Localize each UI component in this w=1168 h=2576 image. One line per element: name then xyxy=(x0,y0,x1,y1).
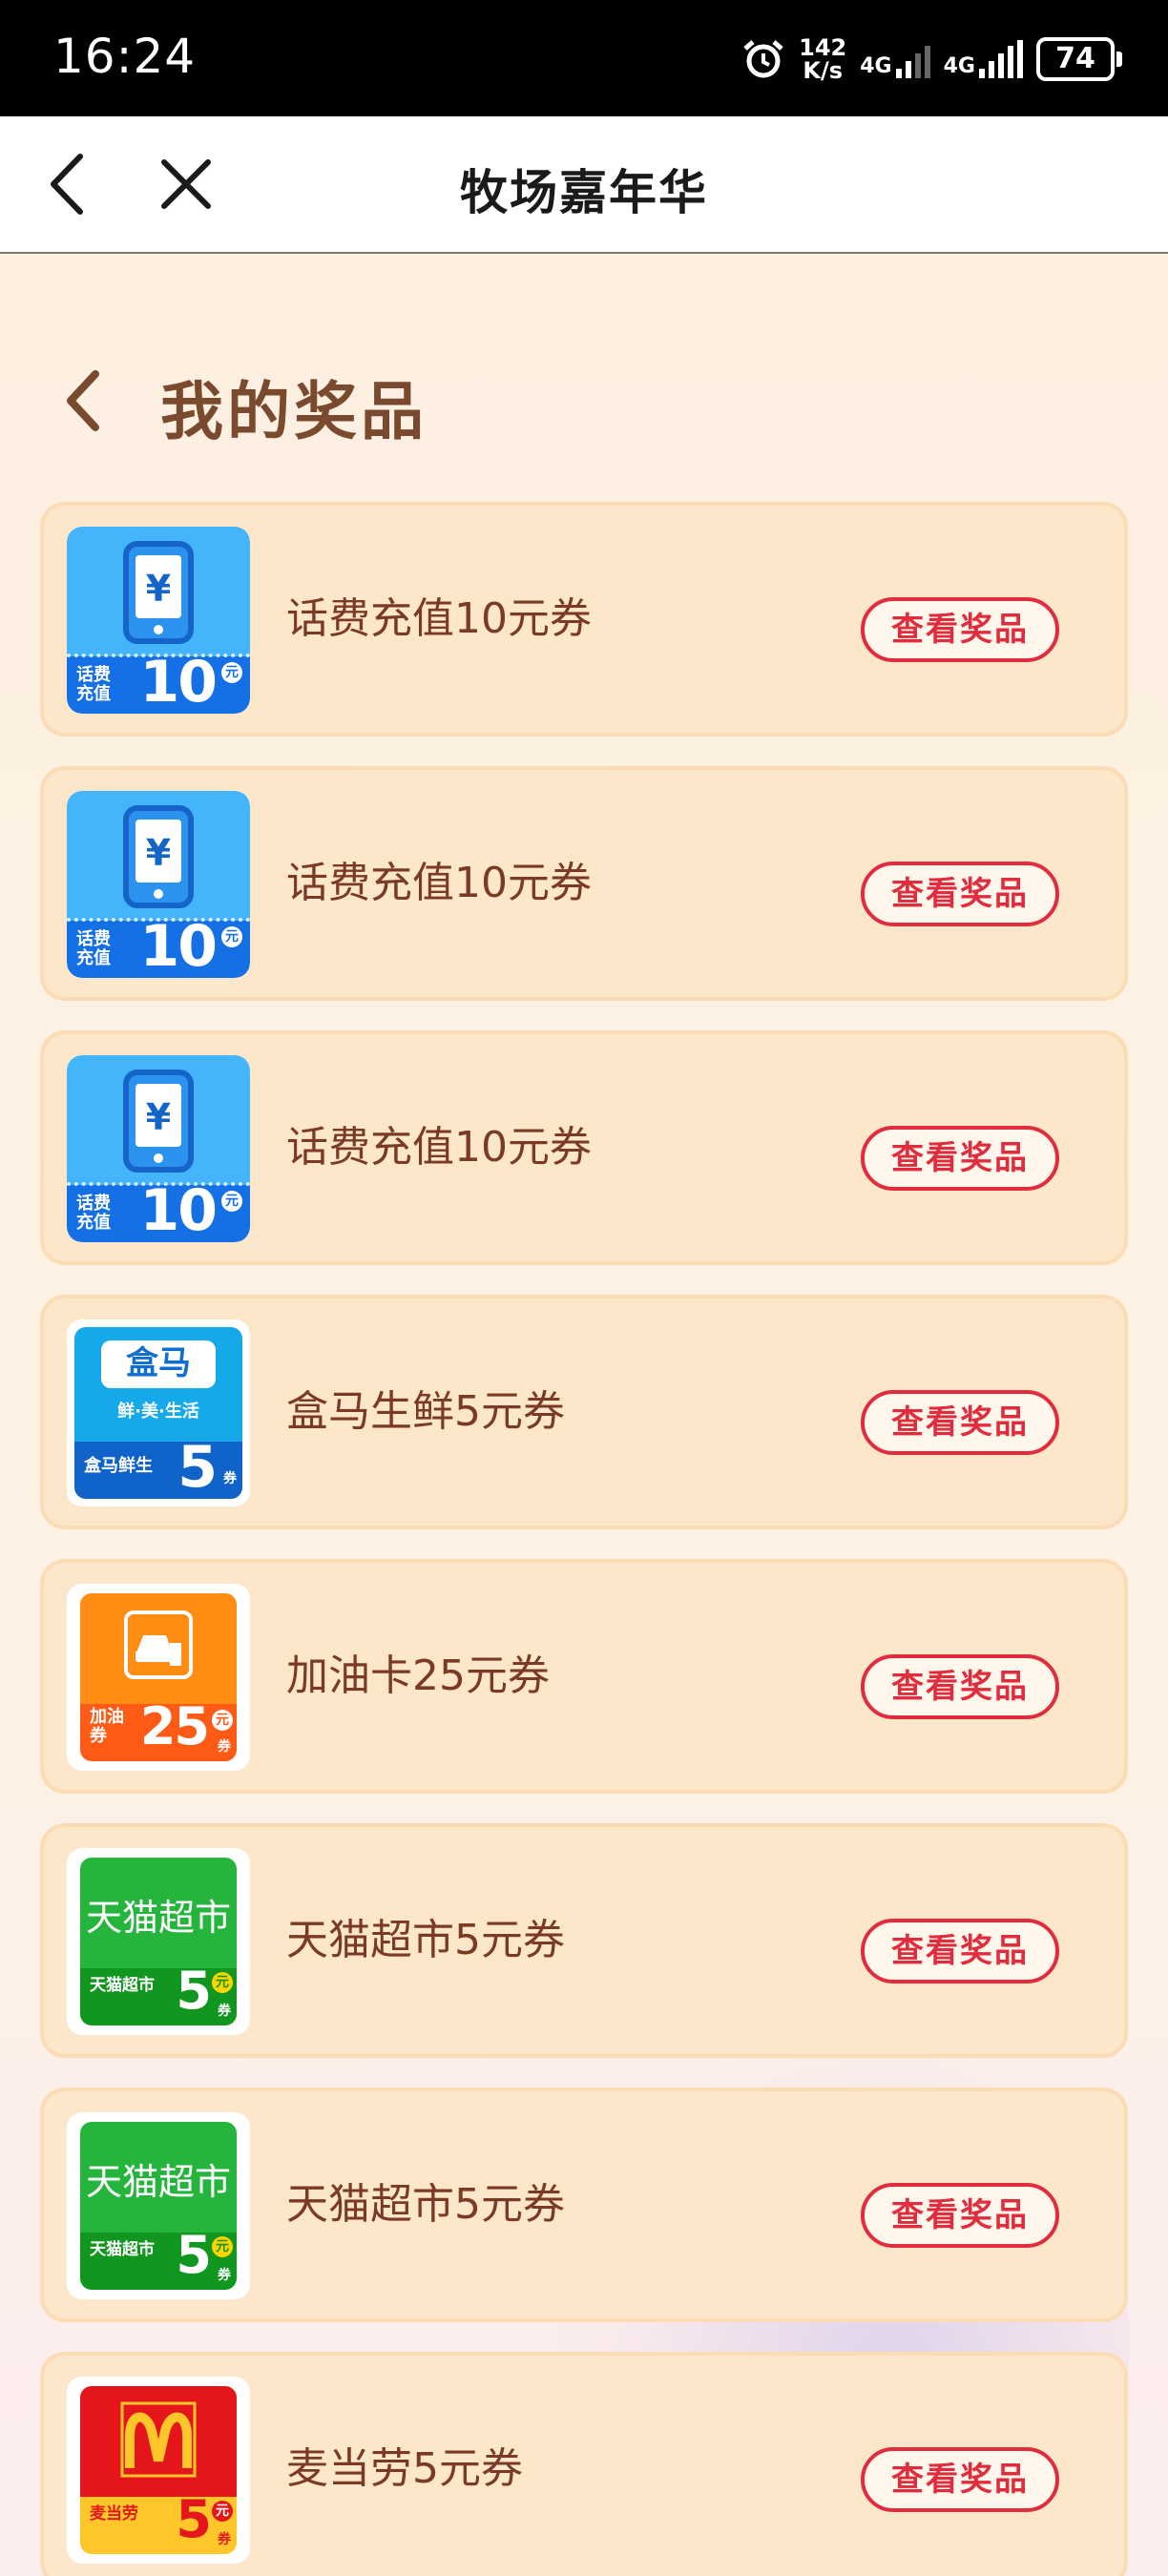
coupon-badge-label: 加油券 xyxy=(90,1707,124,1746)
view-prize-button[interactable]: 查看奖品 xyxy=(861,2447,1059,2512)
prize-card: 天猫超市 天猫超市 5 元 券 天猫超市5元券 查看奖品 xyxy=(40,1823,1128,2058)
prize-card: ¥ 话费 充值 10 元 话费充值10元券 查看奖品 xyxy=(40,766,1128,1001)
phone-recharge-coupon-icon: ¥ 话费 充值 10 元 xyxy=(67,1055,250,1242)
fuel-card-coupon-icon: 加油券 25 元 券 xyxy=(67,1584,250,1771)
prize-name: 加油卡25元券 xyxy=(286,1652,550,1700)
tmall-supermarket-coupon-icon: 天猫超市 天猫超市 5 元 券 xyxy=(67,2112,250,2299)
prize-name: 天猫超市5元券 xyxy=(286,2180,565,2229)
prize-name: 麦当劳5元券 xyxy=(286,2444,523,2493)
signal-bars-1-icon xyxy=(895,40,930,78)
view-prize-button[interactable]: 查看奖品 xyxy=(861,1919,1059,1984)
prize-card: ¥ 话费 充值 10 元 话费充值10元券 查看奖品 xyxy=(40,1030,1128,1265)
hema-coupon-icon: 盒马 鲜·美·生活 盒马鲜生 5 券 xyxy=(67,1319,250,1506)
view-prize-button[interactable]: 查看奖品 xyxy=(861,1126,1059,1191)
prize-card: 麦当劳 5 元 券 麦当劳5元券 查看奖品 xyxy=(40,2352,1128,2576)
view-prize-button[interactable]: 查看奖品 xyxy=(861,862,1059,926)
signal-2: 4G xyxy=(944,40,1023,78)
view-prize-button[interactable]: 查看奖品 xyxy=(861,1390,1059,1455)
network-speed: 142 K/s xyxy=(799,34,847,84)
svg-text:¥: ¥ xyxy=(146,832,171,874)
signal-1: 4G xyxy=(860,40,930,78)
svg-text:¥: ¥ xyxy=(146,568,171,610)
prize-card: 盒马 鲜·美·生活 盒马鲜生 5 券 盒马生鲜5元券 查看奖品 xyxy=(40,1295,1128,1529)
section-back-icon[interactable] xyxy=(61,366,103,435)
prize-name: 话费充值10元券 xyxy=(286,594,592,643)
prize-name: 话费充值10元券 xyxy=(286,859,592,907)
prize-name: 话费充值10元券 xyxy=(286,1123,592,1172)
svg-text:¥: ¥ xyxy=(146,1096,171,1138)
main-content[interactable]: 我的奖品 ¥ 话费 充值 10 元 话费充值10元券 查看奖品 ¥ 话费 充值 … xyxy=(0,254,1168,2576)
coupon-badge-label: 话费 充值 xyxy=(76,665,111,704)
prize-name: 盒马生鲜5元券 xyxy=(286,1387,565,1436)
status-icons: 142 K/s 4G 4G 74 xyxy=(741,32,1122,86)
phone-recharge-coupon-icon: ¥ 话费 充值 10 元 xyxy=(67,527,250,714)
alarm-icon xyxy=(743,40,783,78)
status-time: 16:24 xyxy=(53,29,197,84)
coupon-badge-label: 话费 充值 xyxy=(76,929,111,968)
nav-bar: 牧场嘉年华 xyxy=(0,116,1168,254)
battery-icon: 74 xyxy=(1036,37,1122,81)
prize-name: 天猫超市5元券 xyxy=(286,1916,565,1964)
section-title: 我的奖品 xyxy=(160,375,428,448)
prize-card: ¥ 话费 充值 10 元 话费充值10元券 查看奖品 xyxy=(40,502,1128,737)
view-prize-button[interactable]: 查看奖品 xyxy=(861,1654,1059,1719)
prize-card: 天猫超市 天猫超市 5 元 券 天猫超市5元券 查看奖品 xyxy=(40,2088,1128,2322)
coupon-badge-label: 话费 充值 xyxy=(76,1194,111,1233)
signal-bars-2-icon xyxy=(979,40,1023,78)
phone-recharge-coupon-icon: ¥ 话费 充值 10 元 xyxy=(67,791,250,978)
prize-list: ¥ 话费 充值 10 元 话费充值10元券 查看奖品 ¥ 话费 充值 10 元 … xyxy=(40,502,1128,2576)
view-prize-button[interactable]: 查看奖品 xyxy=(861,597,1059,662)
prize-card: 加油券 25 元 券 加油卡25元券 查看奖品 xyxy=(40,1559,1128,1794)
status-bar: 16:24 142 K/s 4G 4G 74 xyxy=(0,0,1168,116)
view-prize-button[interactable]: 查看奖品 xyxy=(861,2183,1059,2248)
mcdonalds-coupon-icon: 麦当劳 5 元 券 xyxy=(67,2377,250,2564)
page-title: 牧场嘉年华 xyxy=(460,165,708,220)
tmall-supermarket-coupon-icon: 天猫超市 天猫超市 5 元 券 xyxy=(67,1848,250,2035)
